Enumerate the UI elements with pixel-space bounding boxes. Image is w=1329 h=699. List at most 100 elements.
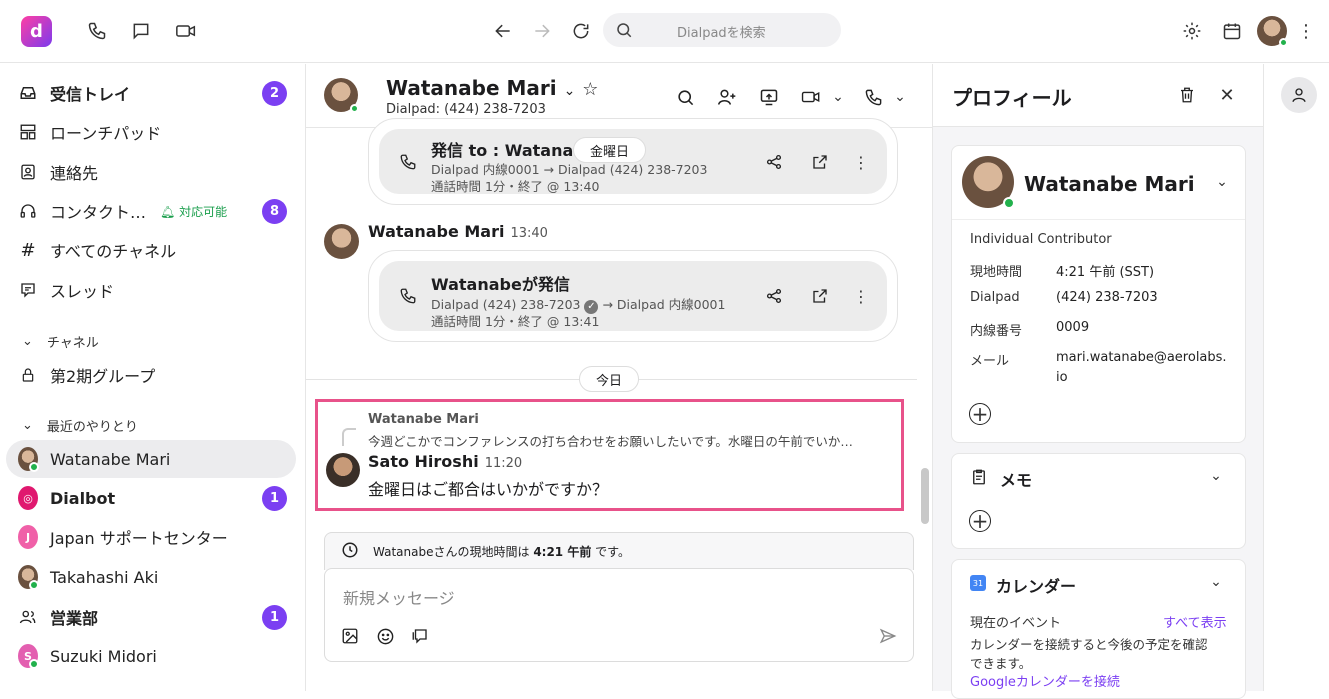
star-icon[interactable]: ☆ <box>582 79 598 100</box>
phone-icon[interactable] <box>862 86 884 108</box>
profile-card: Watanabe Mari ⌄ Individual Contributor 現… <box>951 145 1246 443</box>
close-icon[interactable]: ✕ <box>1216 84 1238 106</box>
field-email[interactable]: mari.watanabe@aerolabs. <box>1056 350 1227 365</box>
chat-title[interactable]: Watanabe Mari ⌄ ☆ <box>386 76 598 100</box>
field-phone[interactable]: (424) 238-7203 <box>1056 290 1158 305</box>
show-all-link[interactable]: すべて表示 <box>1163 612 1227 631</box>
sidebar-item-contacts[interactable]: 連絡先 <box>6 153 296 191</box>
avatar: S <box>18 644 39 669</box>
emoji-icon[interactable] <box>374 625 396 647</box>
chevron-down-icon: ⌄ <box>22 418 33 433</box>
field-label: 内線番号 <box>970 324 1023 339</box>
local-time-suffix: です。 <box>595 545 630 559</box>
send-icon[interactable] <box>877 625 899 647</box>
add-field-icon[interactable]: + <box>969 403 991 425</box>
add-memo-icon[interactable]: + <box>969 509 991 533</box>
canned-reply-icon[interactable] <box>409 625 431 647</box>
search-input[interactable]: Dialpadを検索 <box>603 13 841 47</box>
channels-section-header[interactable]: ⌄ チャネル <box>22 332 99 351</box>
more-vertical-icon[interactable]: ⋮ <box>1297 20 1315 42</box>
field-email-cont[interactable]: io <box>1056 370 1068 385</box>
sidebar-item-label: 受信トレイ <box>50 85 131 104</box>
user-avatar[interactable] <box>1257 16 1288 47</box>
search-icon[interactable] <box>674 86 696 108</box>
field-label: メール <box>970 354 1010 369</box>
sidebar-item-inbox[interactable]: 受信トレイ 2 <box>6 74 296 112</box>
message-author: Sato Hiroshi 11:20 <box>368 452 522 471</box>
highlighted-message[interactable]: Watanabe Mari 今週どこかでコンファレンスの打ち合わせをお願いしたい… <box>315 399 904 511</box>
avatar[interactable] <box>326 453 360 487</box>
memo-card: メモ ⌄ + <box>951 453 1246 549</box>
scrollbar-thumb[interactable] <box>921 468 929 524</box>
add-person-icon[interactable] <box>716 86 738 108</box>
video-icon[interactable] <box>800 86 822 108</box>
phone-icon[interactable] <box>86 20 108 42</box>
chevron-down-icon[interactable]: ⌄ <box>830 86 846 108</box>
inbox-count-badge: 2 <box>262 81 287 106</box>
sidebar-item-recent-dialbot[interactable]: ◎ Dialbot 1 <box>6 479 296 517</box>
sidebar-item-label: 営業部 <box>50 609 99 628</box>
sidebar-item-recent-sales[interactable]: 営業部 1 <box>6 598 296 636</box>
more-vertical-icon[interactable]: ⋮ <box>853 285 869 307</box>
sidebar-item-contact-center[interactable]: コンタクト… 🔔︎ 対応可能 8 <box>6 192 296 230</box>
group-icon <box>18 608 38 626</box>
share-icon[interactable] <box>763 151 785 173</box>
chevron-down-icon[interactable]: ⌄ <box>892 86 908 108</box>
screen-share-icon[interactable] <box>758 86 780 108</box>
forward-arrow-icon[interactable] <box>531 20 553 42</box>
local-time-banner: Watanabeさんの現地時間は 4:21 午前 です。 <box>324 532 914 570</box>
chat-pane: Watanabe Mari ⌄ ☆ Dialpad: (424) 238-720… <box>306 64 932 691</box>
field-local-time: 4:21 午前 (SST) <box>1056 265 1155 280</box>
avatar <box>962 156 1015 209</box>
availability-status[interactable]: 🔔︎ 対応可能 <box>160 203 227 220</box>
video-icon[interactable] <box>174 20 198 42</box>
image-icon[interactable] <box>339 625 361 647</box>
sidebar-item-all-channels[interactable]: # すべてのチャネル <box>6 231 296 269</box>
message-input-placeholder[interactable]: 新規メッセージ <box>343 585 455 609</box>
share-icon[interactable] <box>763 285 785 307</box>
trash-icon[interactable] <box>1176 84 1198 106</box>
top-bar: d Dialpadを検索 ⋮ <box>0 0 1329 63</box>
profile-panel: プロフィール ✕ Watanabe Mari ⌄ Individual Cont… <box>932 64 1264 699</box>
call-title: 発信 to : Watanabe <box>431 141 596 160</box>
memo-title: メモ <box>1000 471 1033 490</box>
chevron-down-icon[interactable]: ⌄ <box>1208 572 1224 592</box>
connect-google-link[interactable]: Googleカレンダーを接続 <box>970 671 1120 690</box>
call-card-inner: Watanabeが発信 Dialpad (424) 238-7203 ✓ → D… <box>379 261 887 331</box>
inbox-icon <box>18 84 38 102</box>
outgoing-call-icon <box>397 151 419 173</box>
contacts-icon <box>18 163 38 181</box>
chevron-down-icon[interactable]: ⌄ <box>1214 172 1230 192</box>
sidebar-item-recent-takahashi[interactable]: Takahashi Aki <box>6 558 296 596</box>
sidebar-item-recent-suzuki[interactable]: S Suzuki Midori <box>6 637 296 675</box>
sidebar-item-recent-japan-support[interactable]: J Japan サポートセンター <box>6 518 296 556</box>
avatar[interactable] <box>324 224 359 259</box>
reload-icon[interactable] <box>570 20 592 42</box>
avatar[interactable] <box>324 78 359 113</box>
chevron-down-icon[interactable]: ⌄ <box>1208 466 1224 486</box>
dialpad-logo[interactable]: d <box>21 16 52 47</box>
person-icon[interactable] <box>1281 77 1317 113</box>
calendar-desc: できます。 <box>970 656 1032 671</box>
more-vertical-icon[interactable]: ⋮ <box>853 151 869 173</box>
chevron-down-icon: ⌄ <box>563 83 576 99</box>
local-time-value: 4:21 午前 <box>533 545 592 559</box>
back-arrow-icon[interactable] <box>492 20 514 42</box>
open-external-icon[interactable] <box>809 285 831 307</box>
hash-icon: # <box>20 239 36 261</box>
message-composer[interactable]: 新規メッセージ <box>324 568 914 662</box>
sidebar-item-launchpad[interactable]: ローンチパッド <box>6 113 296 151</box>
calendar-icon[interactable] <box>1221 20 1243 42</box>
lock-icon <box>18 366 38 384</box>
author-name: Sato Hiroshi <box>368 452 479 471</box>
recent-section-header[interactable]: ⌄ 最近のやりとり <box>22 416 138 435</box>
sidebar-item-label: コンタクト… <box>50 203 147 222</box>
contact-center-count-badge: 8 <box>262 199 287 224</box>
divider <box>952 219 1245 220</box>
sidebar-item-channel[interactable]: 第2期グループ <box>6 356 296 394</box>
sidebar-item-recent-watanabe[interactable]: Watanabe Mari <box>6 440 296 478</box>
gear-icon[interactable] <box>1181 20 1203 42</box>
open-external-icon[interactable] <box>809 151 831 173</box>
chat-icon[interactable] <box>130 20 152 42</box>
sidebar-item-threads[interactable]: スレッド <box>6 271 296 309</box>
